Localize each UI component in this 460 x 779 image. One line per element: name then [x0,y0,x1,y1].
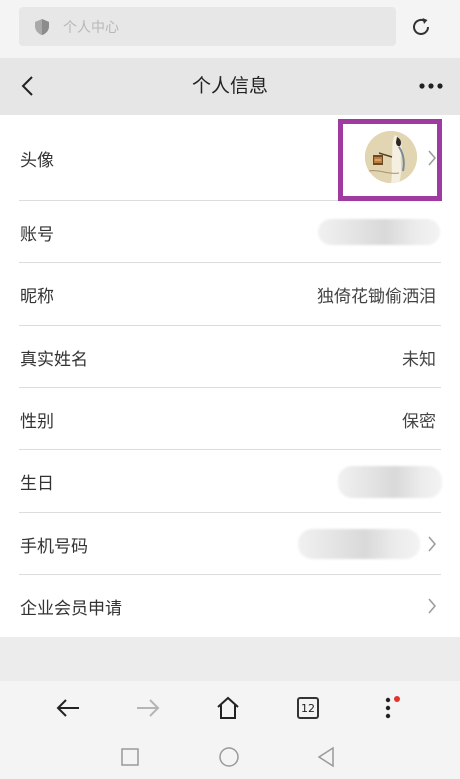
page-title: 个人信息 [191,75,268,97]
phone-value-blurred [298,529,420,559]
shield-icon [33,18,51,36]
url-field[interactable]: 个人中心 [19,7,396,46]
home-icon[interactable] [211,691,245,725]
recent-apps-icon[interactable] [116,743,144,771]
back-arrow-icon[interactable] [51,691,85,725]
system-navigation-bar [0,735,460,779]
enterprise-member-label: 企业会员申请 [20,598,122,619]
account-row: 账号 [0,201,460,263]
tabs-count: 12 [297,697,319,719]
account-value-blurred [318,219,440,245]
gender-value: 保密 [402,411,436,432]
back-icon[interactable] [14,72,42,100]
birthday-row[interactable]: 生日 [0,450,460,513]
chevron-right-icon [426,596,438,616]
forward-arrow-icon[interactable] [131,691,165,725]
back-triangle-icon[interactable] [312,743,340,771]
browser-address-bar: 个人中心 [0,0,460,58]
phone-label: 手机号码 [20,536,88,557]
birthday-value-blurred [338,465,442,498]
real-name-value: 未知 [402,349,436,370]
more-options-icon[interactable] [416,72,446,100]
app-header: 个人信息 [0,58,460,115]
avatar-label: 头像 [20,150,54,171]
reload-icon[interactable] [408,14,434,40]
tabs-button[interactable]: 12 [291,691,325,725]
notification-dot [394,696,400,702]
home-circle-icon[interactable] [215,743,243,771]
browser-toolbar: 12 [0,681,460,735]
real-name-row[interactable]: 真实姓名 未知 [0,326,460,388]
nickname-label: 昵称 [20,287,54,307]
birthday-label: 生日 [20,474,54,494]
nickname-value: 独倚花锄偷洒泪 [317,287,436,307]
phone-row[interactable]: 手机号码 [0,513,460,575]
chevron-right-icon [426,534,438,554]
real-name-label: 真实姓名 [20,349,88,370]
url-text: 个人中心 [63,19,119,36]
enterprise-member-row[interactable]: 企业会员申请 [0,575,460,637]
menu-icon[interactable] [371,691,405,725]
gender-label: 性别 [20,411,54,432]
gender-row[interactable]: 性别 保密 [0,388,460,450]
account-label: 账号 [20,224,54,245]
nickname-row[interactable]: 昵称 独倚花锄偷洒泪 [0,263,460,326]
empty-area [0,637,460,681]
avatar-highlight-box [338,119,442,201]
